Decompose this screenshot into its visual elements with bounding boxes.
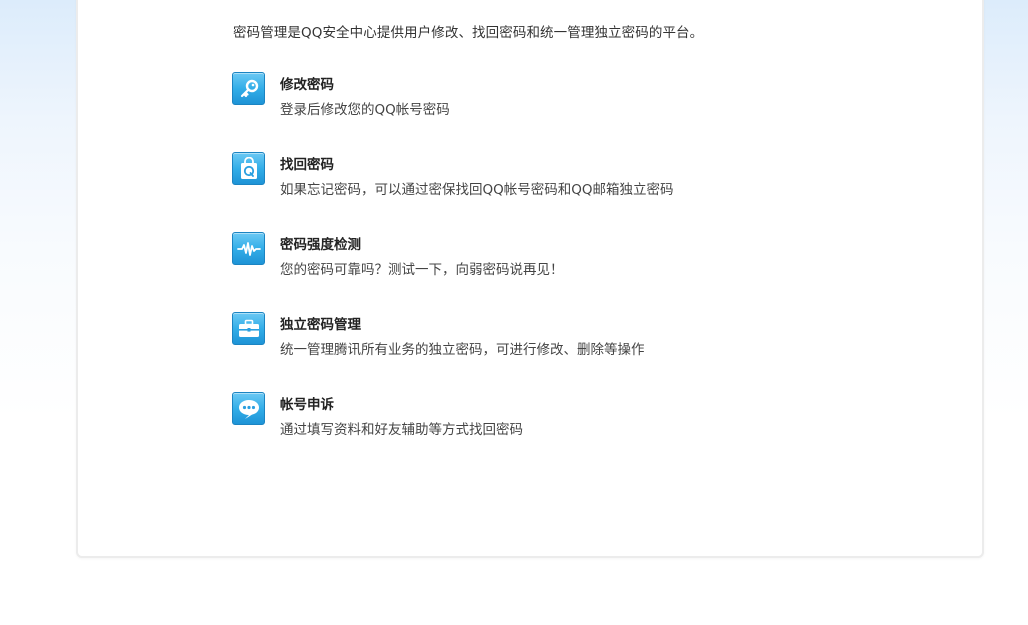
retrieve-password-entry[interactable]: 找回密码 如果忘记密码，可以通过密保找回QQ帐号密码和QQ邮箱独立密码 bbox=[232, 152, 832, 202]
password-strength-desc: 您的密码可靠吗？测试一下，向弱密码说再见！ bbox=[280, 262, 564, 278]
independent-password-desc: 统一管理腾讯所有业务的独立密码，可进行修改、删除等操作 bbox=[280, 342, 645, 358]
change-password-desc: 登录后修改您的QQ帐号密码 bbox=[280, 102, 450, 118]
account-appeal-desc: 通过填写资料和好友辅助等方式找回密码 bbox=[280, 422, 523, 438]
intro-text: 密码管理是QQ安全中心提供用户修改、找回密码和统一管理独立密码的平台。 bbox=[233, 25, 704, 41]
retrieve-password-title[interactable]: 找回密码 bbox=[280, 153, 334, 173]
qq-bag-icon bbox=[232, 152, 265, 185]
account-appeal-title[interactable]: 帐号申诉 bbox=[280, 393, 334, 413]
retrieve-password-desc: 如果忘记密码，可以通过密保找回QQ帐号密码和QQ邮箱独立密码 bbox=[280, 182, 674, 198]
independent-password-title[interactable]: 独立密码管理 bbox=[280, 313, 361, 333]
key-icon bbox=[232, 72, 265, 105]
change-password-entry[interactable]: 修改密码 登录后修改您的QQ帐号密码 bbox=[232, 72, 832, 122]
waveform-icon bbox=[232, 232, 265, 265]
change-password-title[interactable]: 修改密码 bbox=[280, 73, 334, 93]
password-strength-title[interactable]: 密码强度检测 bbox=[280, 233, 361, 253]
account-appeal-entry[interactable]: 帐号申诉 通过填写资料和好友辅助等方式找回密码 bbox=[232, 392, 832, 442]
briefcase-icon bbox=[232, 312, 265, 345]
password-strength-entry[interactable]: 密码强度检测 您的密码可靠吗？测试一下，向弱密码说再见！ bbox=[232, 232, 832, 282]
chat-bubble-icon bbox=[232, 392, 265, 425]
independent-password-entry[interactable]: 独立密码管理 统一管理腾讯所有业务的独立密码，可进行修改、删除等操作 bbox=[232, 312, 832, 362]
